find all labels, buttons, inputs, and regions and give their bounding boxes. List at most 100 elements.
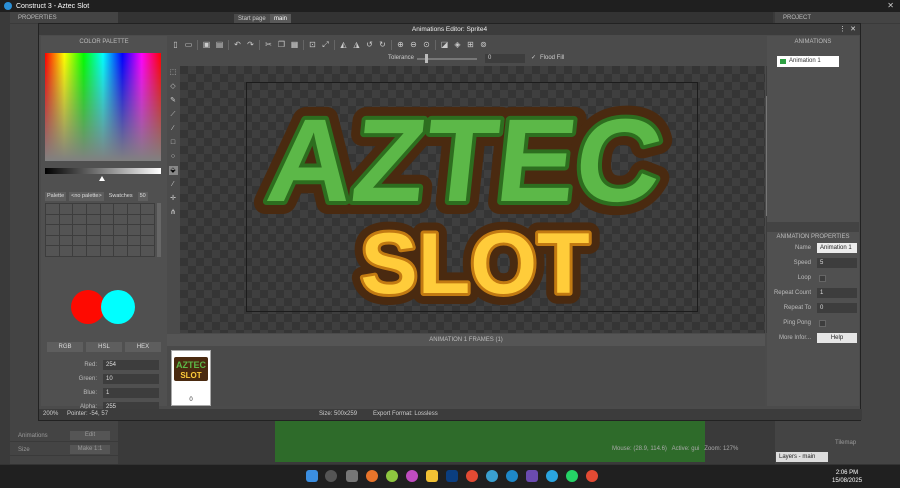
open-folder-icon[interactable]: ▭ [184,40,193,49]
app-icon[interactable] [406,470,418,482]
zoom-reset-icon[interactable]: ⊙ [422,40,431,49]
swatch-cell[interactable] [86,225,100,235]
swatch-cell[interactable] [46,204,59,214]
line-icon[interactable]: ∕ [169,124,178,133]
swatch-cell[interactable] [100,235,114,246]
color-picker-icon[interactable]: ⁄ [169,180,178,189]
copy-icon[interactable]: ❐ [277,40,286,49]
file-explorer-icon[interactable] [426,470,438,482]
primary-color-swatch[interactable] [71,290,105,324]
swatch-cell[interactable] [114,214,127,225]
swatch-cell[interactable] [73,235,86,246]
tolerance-input[interactable]: 0 [485,54,525,63]
app-icon[interactable] [386,470,398,482]
swatch-cell[interactable] [127,246,141,256]
construct-icon[interactable] [506,470,518,482]
zoom-out-icon[interactable]: ⊖ [409,40,418,49]
property-loop-checkbox[interactable] [819,275,826,282]
firefox-icon[interactable] [366,470,378,482]
swatch-cell[interactable] [114,225,127,235]
swatch-cell[interactable] [141,235,154,246]
swatch-scrollbar[interactable] [157,203,161,257]
pencil-icon[interactable]: ✎ [169,96,178,105]
chrome-icon[interactable] [466,470,478,482]
swatch-cell[interactable] [114,246,127,256]
swatch-cell[interactable] [100,214,114,225]
background-edit-button[interactable]: Edit [70,431,110,440]
swatch-cell[interactable] [141,246,154,256]
brightness-slider-handle[interactable] [99,176,105,181]
palette-tab[interactable]: Palette [45,192,67,201]
blue-input[interactable]: 1 [103,388,159,398]
redo-icon[interactable]: ↷ [246,40,255,49]
swatch-cell[interactable] [46,235,59,246]
brightness-slider[interactable] [45,168,161,174]
swatch-cell[interactable] [73,246,86,256]
save-icon[interactable]: ▣ [202,40,211,49]
grid-icon[interactable]: ⊞ [466,40,475,49]
eraser-icon[interactable]: ◇ [169,82,178,91]
property-ping-pong-checkbox[interactable] [819,320,826,327]
swatch-cell[interactable] [100,225,114,235]
cut-icon[interactable]: ✂ [264,40,273,49]
close-window-icon[interactable]: ✕ [887,1,894,10]
resize-icon[interactable]: ⤢ [321,40,330,49]
background-make-button[interactable]: Make 1:1 [70,445,110,454]
swatch-cell[interactable] [46,246,59,256]
swatch-cell[interactable] [127,225,141,235]
search-icon[interactable] [325,470,337,482]
rotate-cw-icon[interactable]: ↻ [378,40,387,49]
layers-icon[interactable]: ◈ [453,40,462,49]
swatch-cell[interactable] [73,204,86,214]
red-input[interactable]: 254 [103,360,159,370]
swatch-cell[interactable] [46,214,59,225]
task-view-icon[interactable] [346,470,358,482]
frame-thumbnail[interactable]: AZTEC SLOT 0 [171,350,211,406]
image-points-icon[interactable]: ◪ [440,40,449,49]
swatch-cell[interactable] [141,225,154,235]
property-name-input[interactable]: Animation 1 [817,243,857,253]
rotate-ccw-icon[interactable]: ↺ [365,40,374,49]
more-options-icon[interactable]: ⋮ [839,25,846,33]
swatch-cell[interactable] [141,204,154,214]
hex-mode-button[interactable]: HEX [125,342,161,352]
swatch-cell[interactable] [59,204,73,214]
animation-list-item[interactable]: Animation 1 [777,56,839,67]
app-icon[interactable] [486,470,498,482]
swatch-cell[interactable] [46,225,59,235]
swatch-cell[interactable] [59,225,73,235]
swatch-cell[interactable] [59,246,73,256]
swatch-cell[interactable] [141,214,154,225]
image-frame[interactable]: AZTEC AZTEC AZTEC SLOT SLOT SLOT [246,82,698,313]
close-editor-icon[interactable]: ✕ [850,25,856,33]
swatch-cell[interactable] [86,246,100,256]
zoom-in-icon[interactable]: ⊕ [396,40,405,49]
photoshop-icon[interactable] [446,470,458,482]
swatch-cell[interactable] [86,214,100,225]
start-icon[interactable] [306,470,318,482]
color-spectrum-picker[interactable] [45,53,161,161]
tolerance-slider-handle[interactable] [425,54,428,63]
rectangle-icon[interactable]: □ [169,138,178,147]
undo-icon[interactable]: ↶ [233,40,242,49]
swatches-input[interactable]: 50 [137,192,148,201]
flood-fill-checkbox[interactable]: ✓ [531,54,536,61]
crop-icon[interactable]: ⊡ [308,40,317,49]
property-repeat-count-input[interactable]: 1 [817,288,857,298]
palette-select[interactable]: <no palette> [69,192,104,201]
telegram-icon[interactable] [546,470,558,482]
swatch-cell[interactable] [114,204,127,214]
swatch-cell[interactable] [100,204,114,214]
property-repeat-to-input[interactable]: 0 [817,303,857,313]
app-icon[interactable] [526,470,538,482]
hsl-mode-button[interactable]: HSL [86,342,122,352]
secondary-color-swatch[interactable] [101,290,135,324]
green-input[interactable]: 10 [103,374,159,384]
swatch-cell[interactable] [100,246,114,256]
import-icon[interactable]: ▤ [215,40,224,49]
help-button[interactable]: Help [817,333,857,343]
swatch-grid[interactable] [45,203,155,257]
brush-icon[interactable]: ⟋ [169,110,178,119]
swatch-cell[interactable] [127,214,141,225]
swatch-cell[interactable] [86,204,100,214]
